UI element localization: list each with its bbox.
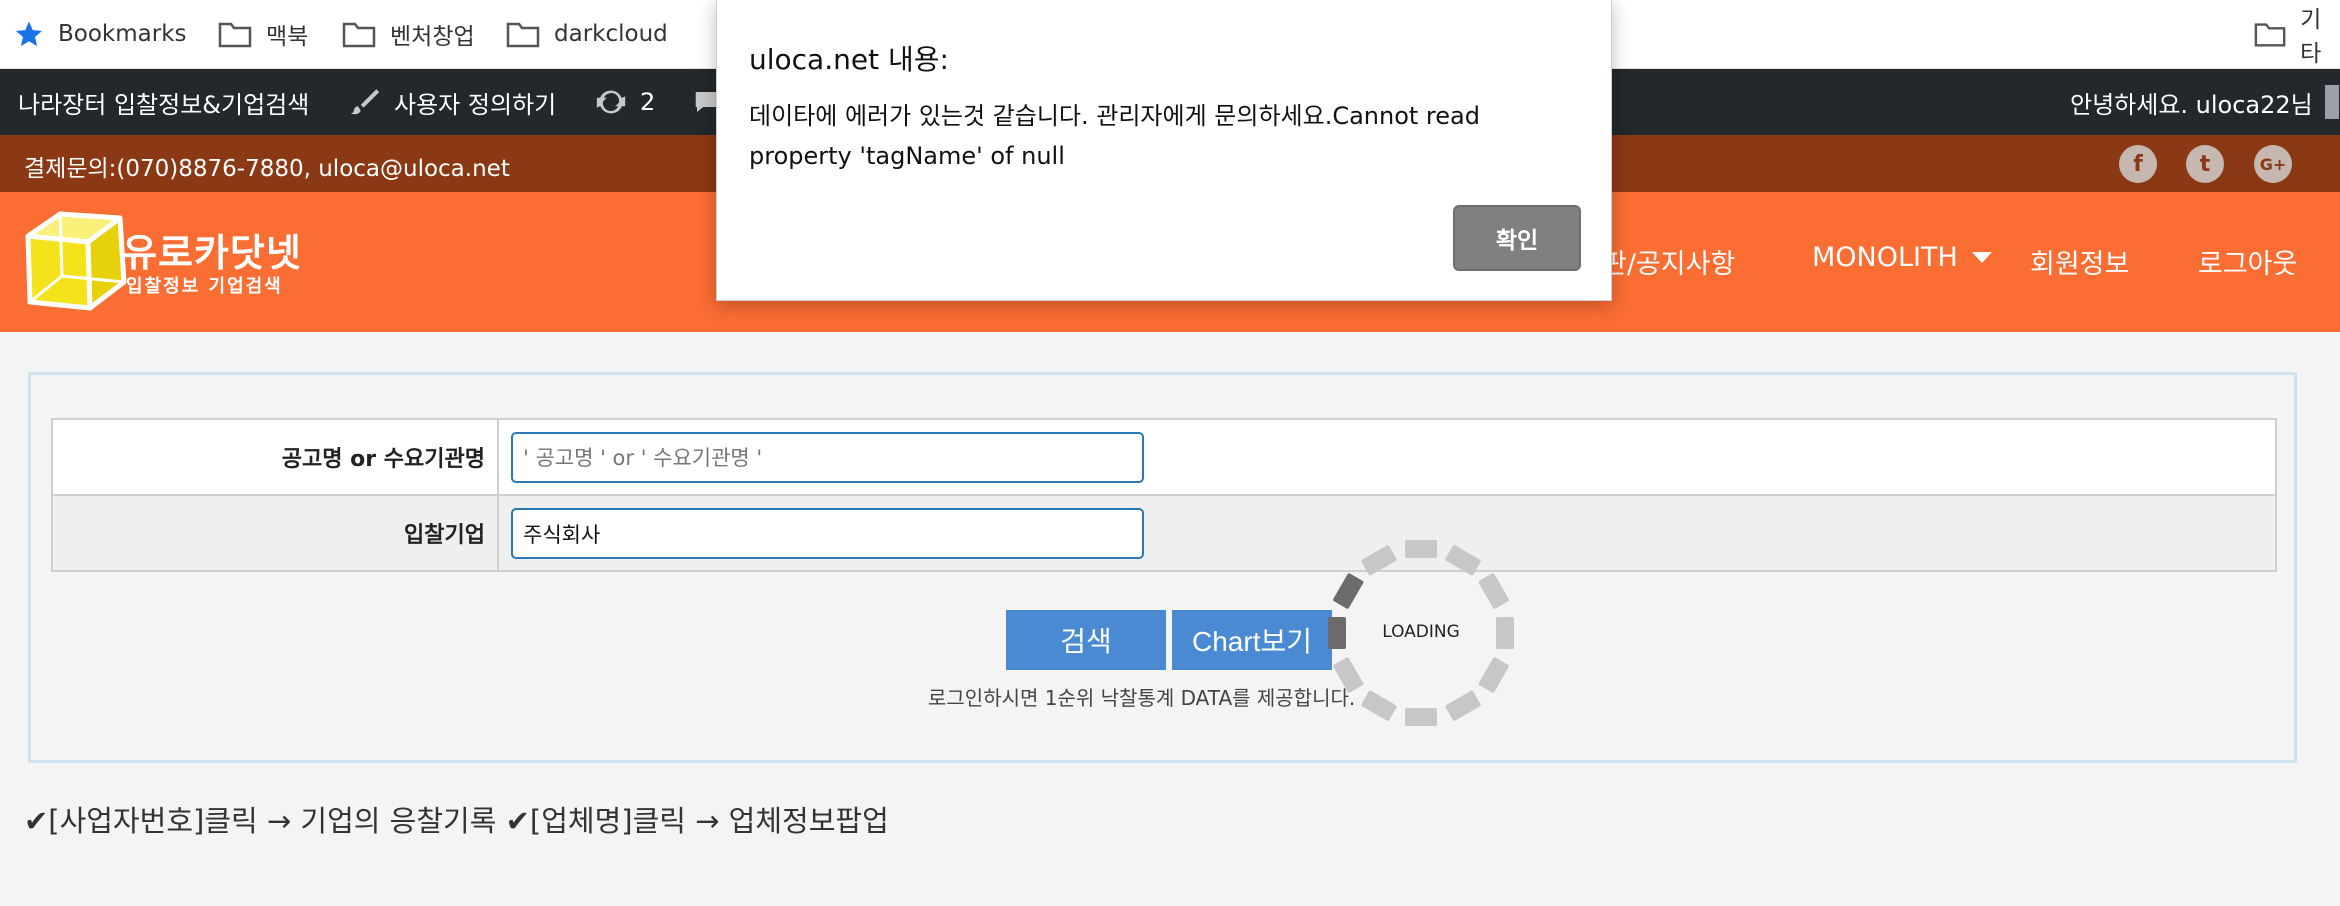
- brush-icon: [350, 89, 380, 115]
- chart-button-label: Chart보기: [1192, 626, 1312, 657]
- search-button-label: 검색: [1060, 626, 1112, 657]
- spinner-segment: [1478, 657, 1509, 693]
- avatar: [2324, 85, 2339, 119]
- folder-icon: [342, 22, 376, 48]
- bookmark-label: 맥북: [266, 24, 309, 50]
- form-row-company: 입찰기업: [53, 496, 2275, 570]
- bookmark-folder-venture[interactable]: 벤처창업: [342, 17, 475, 51]
- star-icon: [15, 21, 43, 47]
- spinner-segment: [1478, 573, 1509, 609]
- admin-customize-label: 사용자 정의하기: [394, 90, 557, 119]
- bookmark-folder-other[interactable]: 기타: [2254, 7, 2340, 67]
- nav-member-info[interactable]: 회원정보: [2030, 242, 2129, 281]
- usage-hint: ✔[사업자번호]클릭 → 기업의 응찰기록 ✔[업체명]클릭 → 업체정보팝업: [24, 804, 889, 838]
- spinner-segment: [1445, 690, 1481, 721]
- google-plus-icon[interactable]: G+: [2254, 145, 2292, 183]
- logo-subtitle: 입찰정보 기업검색: [126, 276, 283, 297]
- title-label: 공고명 or 수요기관명: [53, 420, 499, 494]
- dialog-ok-button[interactable]: 확인: [1453, 205, 1581, 271]
- company-search-input[interactable]: [511, 508, 1144, 559]
- nav-label: MONOLITH: [1812, 242, 1958, 273]
- admin-account-link[interactable]: 안녕하세요. uloca22님: [2070, 69, 2339, 135]
- admin-updates-link[interactable]: 2: [594, 69, 655, 135]
- bookmark-label: 기타: [2300, 7, 2322, 67]
- facebook-glyph: f: [2133, 151, 2143, 177]
- folder-icon: [218, 22, 252, 48]
- search-form: 공고명 or 수요기관명 입찰기업: [51, 418, 2277, 572]
- refresh-icon: [596, 90, 626, 114]
- logo-title: 유로카닷넷: [122, 231, 302, 275]
- login-note: 로그인하시면 1순위 낙찰통계 DATA를 제공합니다.: [928, 686, 1356, 710]
- nav-notice[interactable]: 판/공지사항: [1602, 242, 1735, 281]
- dialog-title: uloca.net 내용:: [749, 43, 949, 76]
- bookmark-label: Bookmarks: [58, 21, 187, 47]
- bookmark-folder-macbook[interactable]: 맥북: [218, 17, 308, 51]
- contact-info: 결제문의:(070)8876-7880, uloca@uloca.net: [24, 156, 510, 182]
- spinner-segment: [1361, 545, 1397, 576]
- bookmarks-link[interactable]: Bookmarks: [14, 17, 187, 51]
- nav-logout[interactable]: 로그아웃: [2198, 242, 2297, 281]
- spinner-segment: [1445, 545, 1481, 576]
- nav-monolith[interactable]: MONOLITH: [1812, 242, 1992, 273]
- admin-site-label: 나라장터 입찰정보&기업검색: [18, 90, 310, 119]
- search-button[interactable]: 검색: [1006, 610, 1166, 670]
- admin-updates-count: 2: [640, 88, 656, 116]
- google-plus-glyph: G+: [2259, 154, 2287, 174]
- spinner-segment: [1333, 573, 1364, 609]
- nav-label: 로그아웃: [2198, 249, 2298, 280]
- spinner-segment: [1405, 708, 1437, 726]
- company-label: 입찰기업: [53, 496, 499, 570]
- nav-label: 판/공지사항: [1602, 249, 1736, 280]
- twitter-glyph: t: [2199, 151, 2211, 177]
- bookmark-label: darkcloud: [554, 21, 668, 47]
- facebook-icon[interactable]: f: [2119, 145, 2157, 183]
- loading-label: LOADING: [1382, 622, 1460, 642]
- bookmark-label: 벤처창업: [390, 24, 475, 50]
- dialog-ok-label: 확인: [1495, 228, 1539, 254]
- admin-greeting: 안녕하세요. uloca22님: [2070, 90, 2313, 119]
- cube-logo-icon: [25, 211, 127, 311]
- admin-customize-link[interactable]: 사용자 정의하기: [348, 69, 556, 135]
- spinner-segment: [1333, 657, 1364, 693]
- dialog-message: 데이타에 에러가 있는것 같습니다. 관리자에게 문의하세요.Cannot re…: [749, 102, 1480, 170]
- chevron-down-icon: [1971, 251, 1992, 263]
- spinner-segment: [1361, 690, 1397, 721]
- folder-icon: [506, 22, 540, 48]
- form-row-title: 공고명 or 수요기관명: [53, 420, 2275, 496]
- admin-site-link[interactable]: 나라장터 입찰정보&기업검색: [0, 69, 309, 135]
- alert-dialog: uloca.net 내용: 데이타에 에러가 있는것 같습니다. 관리자에게 문…: [716, 0, 1612, 301]
- nav-label: 회원정보: [2030, 249, 2130, 280]
- chart-button[interactable]: Chart보기: [1172, 610, 1332, 670]
- spinner-segment: [1405, 540, 1437, 558]
- bookmark-folder-darkcloud[interactable]: darkcloud: [506, 17, 668, 51]
- folder-icon: [2254, 23, 2286, 47]
- twitter-icon[interactable]: t: [2186, 145, 2224, 183]
- title-search-input[interactable]: [511, 432, 1144, 483]
